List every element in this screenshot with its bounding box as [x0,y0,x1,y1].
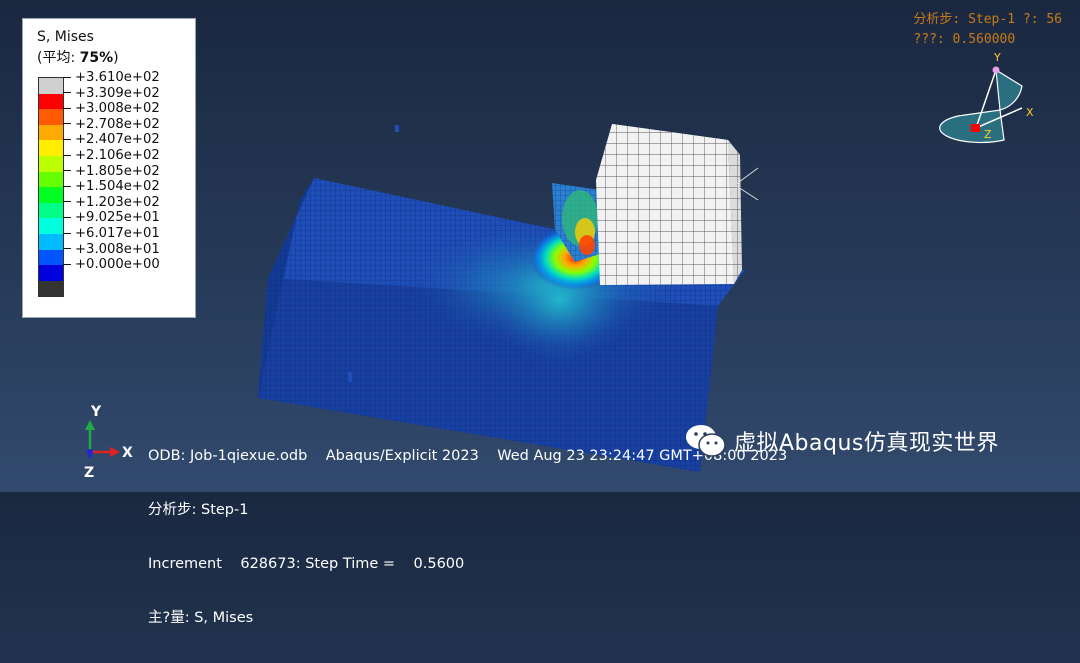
legend-swatch [38,171,64,188]
legend-swatch [38,187,64,203]
triad-x-label: X [1026,106,1034,119]
step-info-line1: 分析步: Step-1 ?: 56 [913,12,1062,27]
legend-label: +3.610e+02 [63,70,160,85]
axis-triad: Y X Z [84,404,133,481]
triad-z-label: Z [984,128,992,141]
step-info: 分析步: Step-1 ?: 56 ???: 0.560000 [913,10,1062,50]
legend-label: +6.017e+01 [63,226,160,241]
axis-x-label: X [122,445,133,461]
legend-swatch [38,93,64,110]
watermark: 虚拟Abaqus仿真现实世界 [684,422,999,460]
legend-label: +9.025e+01 [63,210,160,225]
legend-averaging: (平均: 75%) [37,50,119,66]
legend-label: +3.309e+02 [63,86,160,101]
legend-label: +1.504e+02 [63,179,160,194]
legend-swatch [38,280,64,298]
legend-label: +0.000e+00 [63,257,160,272]
contour-legend[interactable]: S, Mises (平均: 75%) +3.610e+02 +3.309e+02 +… [22,18,196,318]
legend-title: S, Mises [37,29,94,45]
viewport[interactable]: Y X Z Y X Z S, Mises (平均: 75%) +3.610e+0… [0,0,1080,626]
step-line: 分析步: Step-1 [148,502,249,518]
legend-swatch [38,77,64,94]
debris [348,372,352,382]
view-triad[interactable]: Y X Z [939,51,1034,144]
legend-label: +3.008e+02 [63,101,160,116]
legend-swatch [38,218,64,234]
legend-label: +2.708e+02 [63,117,160,132]
cutting-tool[interactable] [596,124,759,285]
legend-label: +2.106e+02 [63,148,160,163]
legend-label: +1.203e+02 [63,195,160,210]
legend-swatch [38,202,64,219]
watermark-text: 虚拟Abaqus仿真现实世界 [734,431,999,456]
triad-y-label: Y [993,51,1001,64]
axis-y-label: Y [90,404,102,420]
increment-line: Increment 628673: Step Time = 0.5600 [148,556,465,572]
legend-swatch [38,124,64,141]
legend-swatch [38,233,64,250]
legend-label: +2.407e+02 [63,132,160,147]
step-info-line2: ???: 0.560000 [913,32,1016,47]
variable-line: 主?量: S, Mises [148,610,254,626]
legend-swatch [38,109,64,125]
legend-swatch [38,265,64,281]
debris [395,125,399,132]
legend-label: +1.805e+02 [63,164,160,179]
axis-z-label: Z [84,465,94,481]
legend-label: +3.008e+01 [63,242,160,257]
legend-swatch [38,155,64,172]
legend-swatch [38,249,64,266]
wechat-icon [684,422,728,460]
legend-color-bar [38,77,64,298]
legend-swatch [38,140,64,156]
